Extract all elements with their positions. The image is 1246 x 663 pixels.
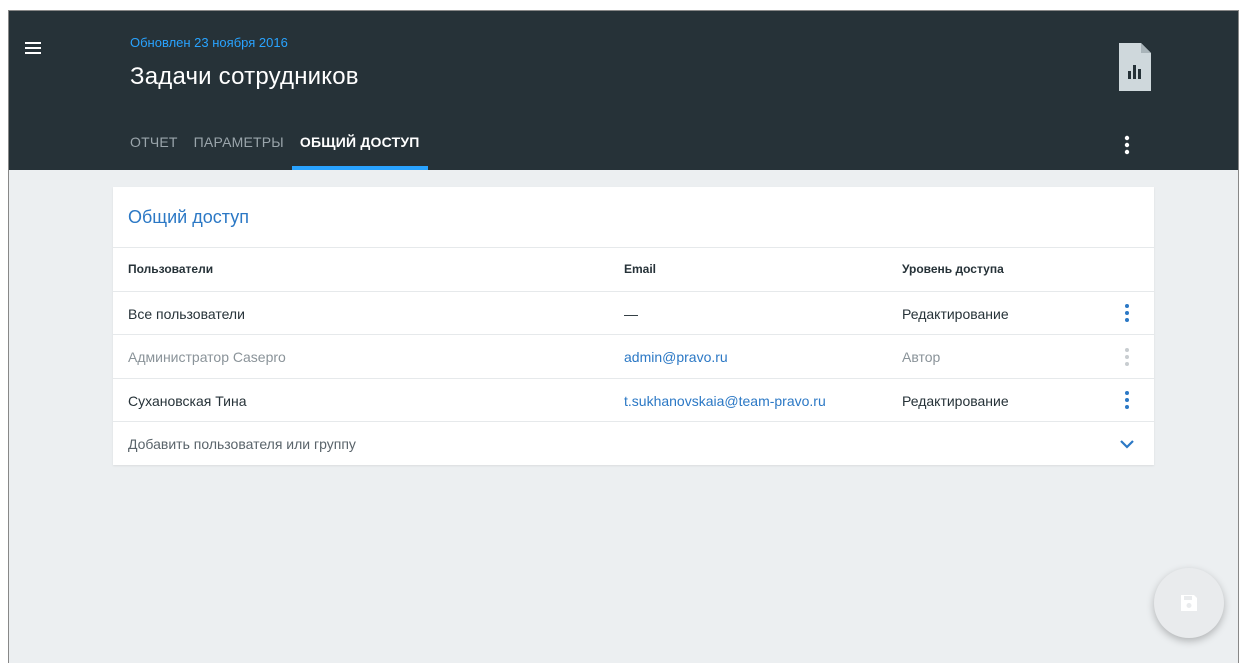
add-user-input[interactable]: Добавить пользователя или группу <box>128 436 356 452</box>
app-frame: Обновлен 23 ноября 2016 Задачи сотрудник… <box>8 10 1239 663</box>
user-email-link[interactable]: t.sukhanovskaia@team-pravo.ru <box>624 393 826 409</box>
page-title: Задачи сотрудников <box>130 63 359 90</box>
row-more-icon-disabled <box>1125 348 1129 366</box>
card-title: Общий доступ <box>128 207 249 227</box>
report-document-icon[interactable] <box>1117 41 1153 93</box>
save-icon <box>1181 595 1197 611</box>
user-name: Сухановская Тина <box>128 393 247 409</box>
row-more-icon[interactable] <box>1117 301 1137 325</box>
user-email-link[interactable]: admin@pravo.ru <box>624 349 728 365</box>
row-more-icon[interactable] <box>1117 388 1137 412</box>
column-header-email: Email <box>624 262 657 276</box>
user-name: Все пользователи <box>128 306 245 322</box>
access-level: Редактирование <box>902 306 1009 322</box>
column-header-users: Пользователи <box>128 262 214 276</box>
table-row: Администратор Casepro admin@pravo.ru Авт… <box>113 334 1154 378</box>
table-row: Сухановская Тина t.sukhanovskaia@team-pr… <box>113 378 1154 421</box>
user-name: Администратор Casepro <box>128 349 286 365</box>
table-header: Пользователи Email Уровень доступа <box>113 247 1154 291</box>
sharing-card: Общий доступ Пользователи Email Уровень … <box>113 187 1154 465</box>
access-level: Редактирование <box>902 393 1009 409</box>
add-user-row[interactable]: Добавить пользователя или группу <box>113 421 1154 465</box>
chevron-down-icon[interactable] <box>1117 432 1137 456</box>
tab-sharing[interactable]: ОБЩИЙ ДОСТУП <box>291 134 428 170</box>
table-row: Все пользователи — Редактирование <box>113 291 1154 334</box>
tab-bar: ОТЧЕТ ПАРАМЕТРЫ ОБЩИЙ ДОСТУП <box>130 134 436 170</box>
save-button[interactable] <box>1154 568 1224 638</box>
menu-icon[interactable] <box>25 39 47 57</box>
app-header: Обновлен 23 ноября 2016 Задачи сотрудник… <box>9 11 1238 170</box>
tab-report[interactable]: ОТЧЕТ <box>130 134 178 170</box>
more-vert-icon[interactable] <box>1117 133 1137 157</box>
updated-date: Обновлен 23 ноября 2016 <box>130 35 288 50</box>
column-header-access: Уровень доступа <box>902 262 1004 276</box>
tab-parameters[interactable]: ПАРАМЕТРЫ <box>194 134 284 170</box>
user-email: — <box>624 306 638 322</box>
access-level: Автор <box>902 349 941 365</box>
